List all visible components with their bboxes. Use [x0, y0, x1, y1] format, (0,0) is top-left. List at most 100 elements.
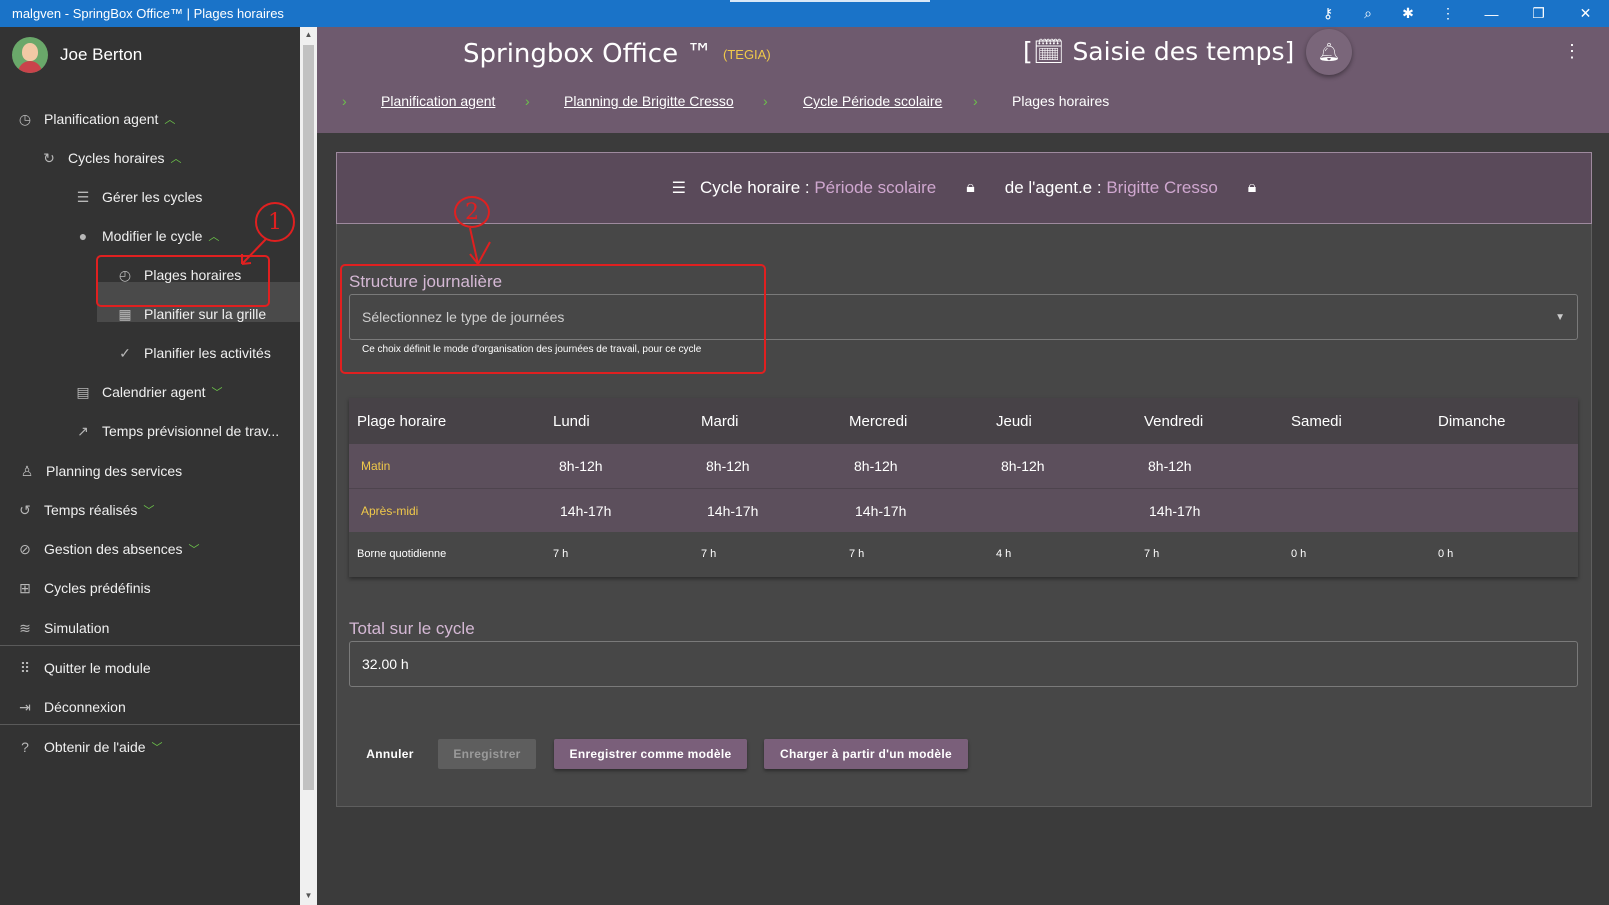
sidebar-item-label: Gestion des absences: [44, 541, 183, 557]
agent-label: de l'agent.e :: [1004, 178, 1107, 197]
sidebar-item-temps-realises[interactable]: ↺ Temps réalisés ﹀: [16, 498, 154, 522]
sidebar-item-planifier-activites[interactable]: ✓ Planifier les activités: [116, 341, 271, 365]
sidebar-scrollbar[interactable]: ▲ ▼: [300, 27, 317, 905]
chevron-down-icon: ﹀: [188, 544, 200, 556]
breadcrumb-planification-agent[interactable]: Planification agent: [381, 93, 495, 109]
trend-icon: ↗: [77, 422, 89, 439]
table-cell[interactable]: 14h-17h: [1149, 489, 1200, 533]
calendar-icon: ▦: [118, 305, 132, 322]
daily-limit-cell: 0 h: [1438, 548, 1454, 560]
browser-menu-icon[interactable]: ⋮: [1428, 5, 1468, 22]
key-icon[interactable]: ⚷: [1308, 5, 1348, 22]
column-header: Samedi: [1291, 412, 1342, 430]
extensions-icon[interactable]: ✱: [1388, 5, 1428, 22]
table-row[interactable]: Après-midi 14h-17h 14h-17h 14h-17h 14h-1…: [349, 488, 1578, 532]
sidebar-item-calendrier-agent[interactable]: ▤ Calendrier agent ﹀: [74, 380, 223, 404]
sidebar-item-label: Modifier le cycle: [102, 228, 203, 244]
table-cell[interactable]: 14h-17h: [855, 489, 906, 533]
clock-icon: ◷: [18, 110, 32, 127]
apps-icon: ⠿: [19, 659, 31, 676]
scroll-down-arrow[interactable]: ▼: [300, 891, 317, 900]
user-profile[interactable]: Joe Berton: [12, 37, 142, 73]
chevron-down-icon: ﹀: [211, 387, 223, 399]
breadcrumb-cycle[interactable]: Cycle Période scolaire: [803, 93, 942, 109]
sidebar-item-gestion-absences[interactable]: ⊘ Gestion des absences ﹀: [16, 537, 200, 561]
daily-limit-cell: 7 h: [553, 548, 569, 560]
table-cell[interactable]: 8h-12h: [1148, 444, 1192, 488]
page-title: [🗓 Saisie des temps]: [1023, 37, 1295, 66]
table-cell[interactable]: 8h-12h: [1001, 444, 1045, 488]
chevron-down-icon: ﹀: [143, 505, 155, 517]
restore-button[interactable]: ❐: [1515, 5, 1562, 22]
table-cell[interactable]: 8h-12h: [559, 444, 603, 488]
table-cell[interactable]: 8h-12h: [706, 444, 750, 488]
sidebar-item-planning-services[interactable]: ♙ Planning des services: [18, 459, 182, 483]
sidebar-item-temps-previsionnel[interactable]: ↗ Temps prévisionnel de trav...: [74, 419, 279, 443]
lock-icon[interactable]: 🔒︎: [1248, 179, 1257, 197]
sidebar-item-planification-agent[interactable]: ◷ Planification agent ︿: [16, 107, 176, 131]
chevron-up-icon: ︿: [164, 114, 176, 126]
org-label: (TEGIA): [723, 47, 771, 62]
lock-icon[interactable]: 🔒︎: [966, 179, 975, 197]
table-row[interactable]: Matin 8h-12h 8h-12h 8h-12h 8h-12h 8h-12h: [349, 444, 1578, 488]
more-menu-icon[interactable]: ⋮: [1563, 41, 1581, 62]
sidebar-item-modifier-cycle[interactable]: ● Modifier le cycle ︿: [74, 224, 220, 248]
column-header: Dimanche: [1438, 412, 1506, 430]
bell-icon: 🔔︎: [1317, 41, 1341, 62]
breadcrumb-current: Plages horaires: [1012, 93, 1110, 109]
stack-icon: ▤: [76, 383, 90, 400]
sidebar-item-label: Planifier sur la grille: [144, 306, 267, 322]
chevron-right-icon: ›: [973, 93, 978, 109]
chevron-up-icon: ︿: [170, 153, 182, 165]
sidebar-item-label: Gérer les cycles: [102, 189, 203, 205]
table-cell[interactable]: 14h-17h: [707, 489, 758, 533]
history-icon: ↺: [19, 501, 31, 518]
sidebar-item-label: Quitter le module: [44, 660, 151, 676]
sidebar-item-simulation[interactable]: ≋ Simulation: [16, 616, 109, 640]
load-from-model-button[interactable]: Charger à partir d'un modèle: [764, 739, 968, 769]
breadcrumb: › Planification agent › Planning de Brig…: [317, 93, 1317, 117]
sidebar-item-aide[interactable]: ? Obtenir de l'aide ﹀: [16, 735, 162, 759]
save-as-model-button[interactable]: Enregistrer comme modèle: [554, 739, 747, 769]
sidebar-divider: [0, 724, 300, 725]
total-value: 32.00 h: [362, 656, 409, 672]
annotation-marker-2: 2: [454, 196, 490, 228]
window-titlebar: malgven - SpringBox Office™ | Plages hor…: [0, 0, 1609, 27]
sidebar-item-cycles-horaires[interactable]: ↻ Cycles horaires ︿: [40, 146, 181, 170]
scroll-up-arrow[interactable]: ▲: [300, 30, 317, 39]
daily-limit-cell: 0 h: [1291, 548, 1307, 560]
sidebar-item-label: Temps réalisés: [44, 502, 138, 518]
scrollbar-thumb[interactable]: [303, 45, 314, 790]
logout-icon: ⇥: [19, 698, 31, 715]
sidebar-item-deconnexion[interactable]: ⇥ Déconnexion: [16, 695, 126, 719]
chevron-right-icon: ›: [525, 93, 530, 109]
daily-limit-cell: 4 h: [996, 548, 1012, 560]
sidebar-item-label: Cycles prédéfinis: [44, 580, 151, 596]
sidebar-item-quitter-module[interactable]: ⠿ Quitter le module: [16, 656, 151, 680]
cancel-button[interactable]: Annuler: [356, 739, 424, 769]
total-field: 32.00 h: [349, 641, 1578, 687]
column-header: Jeudi: [996, 412, 1032, 430]
close-window-button[interactable]: ✕: [1562, 5, 1609, 22]
agent-value: Brigitte Cresso: [1106, 178, 1218, 197]
column-header: Mercredi: [849, 412, 908, 430]
minimize-button[interactable]: —: [1468, 6, 1515, 22]
signal-icon: ≋: [19, 619, 31, 636]
table-cell[interactable]: 8h-12h: [854, 444, 898, 488]
column-header: Lundi: [553, 412, 590, 430]
sidebar-item-label: Planning des services: [46, 463, 183, 479]
menu-icon[interactable]: ☰: [672, 178, 686, 198]
avatar: [12, 37, 48, 73]
table-cell[interactable]: 14h-17h: [560, 489, 611, 533]
sidebar-item-gerer-cycles[interactable]: ☰ Gérer les cycles: [74, 185, 203, 209]
cycle-icon: ↻: [43, 149, 55, 166]
cycle-value: Période scolaire: [814, 178, 937, 197]
save-button[interactable]: Enregistrer: [438, 739, 536, 769]
total-label: Total sur le cycle: [349, 619, 475, 638]
edit-circle-icon: ●: [78, 228, 88, 244]
zoom-icon[interactable]: ⌕: [1348, 5, 1388, 22]
notifications-button[interactable]: 🔔︎: [1306, 29, 1352, 75]
breadcrumb-planning[interactable]: Planning de Brigitte Cresso: [564, 93, 734, 109]
sidebar-item-cycles-predefinis[interactable]: ⊞ Cycles prédéfinis: [16, 576, 151, 600]
agent-info: de l'agent.e : Brigitte Cresso: [1005, 178, 1218, 198]
